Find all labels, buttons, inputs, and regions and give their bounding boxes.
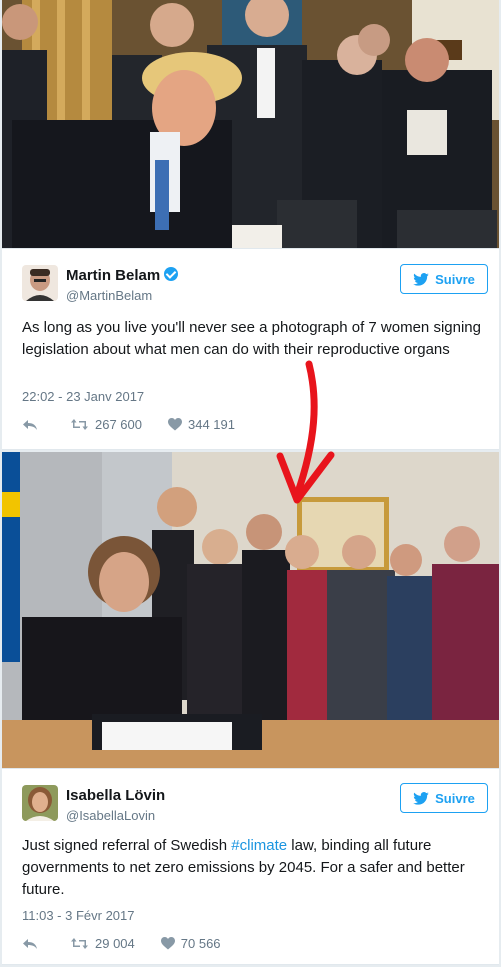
tweet-text: As long as you live you'll never see a p… <box>22 319 481 358</box>
retweet-icon <box>71 938 88 949</box>
hashtag-link[interactable]: #climate <box>231 837 287 854</box>
tweet-actions: 267 600 344 191 <box>22 417 261 432</box>
twitter-bird-icon <box>413 272 429 286</box>
reply-button[interactable] <box>22 938 44 950</box>
follow-button[interactable]: Suivre <box>400 264 488 294</box>
reply-icon <box>23 938 37 949</box>
retweet-button[interactable]: 29 004 <box>70 936 135 951</box>
tweet-actions: 29 004 70 566 <box>22 936 247 951</box>
tweet-card-martin-belam: Martin Belam @MartinBelam Suivre As long… <box>2 248 499 450</box>
follow-button[interactable]: Suivre <box>400 783 488 813</box>
like-button[interactable]: 70 566 <box>160 936 221 951</box>
twitter-bird-icon <box>413 791 429 805</box>
verified-icon <box>164 267 179 281</box>
reply-icon <box>23 419 37 430</box>
avatar[interactable] <box>22 265 58 301</box>
tweet-comparison: Martin Belam @MartinBelam Suivre As long… <box>0 0 501 967</box>
heart-icon <box>168 418 182 431</box>
photo-swedish-signing <box>2 452 499 768</box>
heart-icon <box>160 937 175 950</box>
author-handle[interactable]: @IsabellaLovin <box>66 808 155 823</box>
retweet-icon <box>71 419 88 430</box>
retweet-button[interactable]: 267 600 <box>70 417 142 432</box>
author-name[interactable]: Martin Belam <box>66 267 179 284</box>
like-button[interactable]: 344 191 <box>168 417 235 432</box>
reply-button[interactable] <box>22 419 44 431</box>
author-name[interactable]: Isabella Lövin <box>66 787 165 804</box>
tweet-card-isabella-lovin: Isabella Lövin @IsabellaLovin Suivre Jus… <box>2 768 499 965</box>
photo-oval-office <box>2 0 499 248</box>
avatar[interactable] <box>22 785 58 821</box>
tweet-timestamp[interactable]: 11:03 - 3 Févr 2017 <box>22 908 135 923</box>
tweet-timestamp[interactable]: 22:02 - 23 Janv 2017 <box>22 389 144 404</box>
author-handle[interactable]: @MartinBelam <box>66 288 152 303</box>
tweet-text: Just signed referral of Swedish #climate… <box>22 837 465 898</box>
